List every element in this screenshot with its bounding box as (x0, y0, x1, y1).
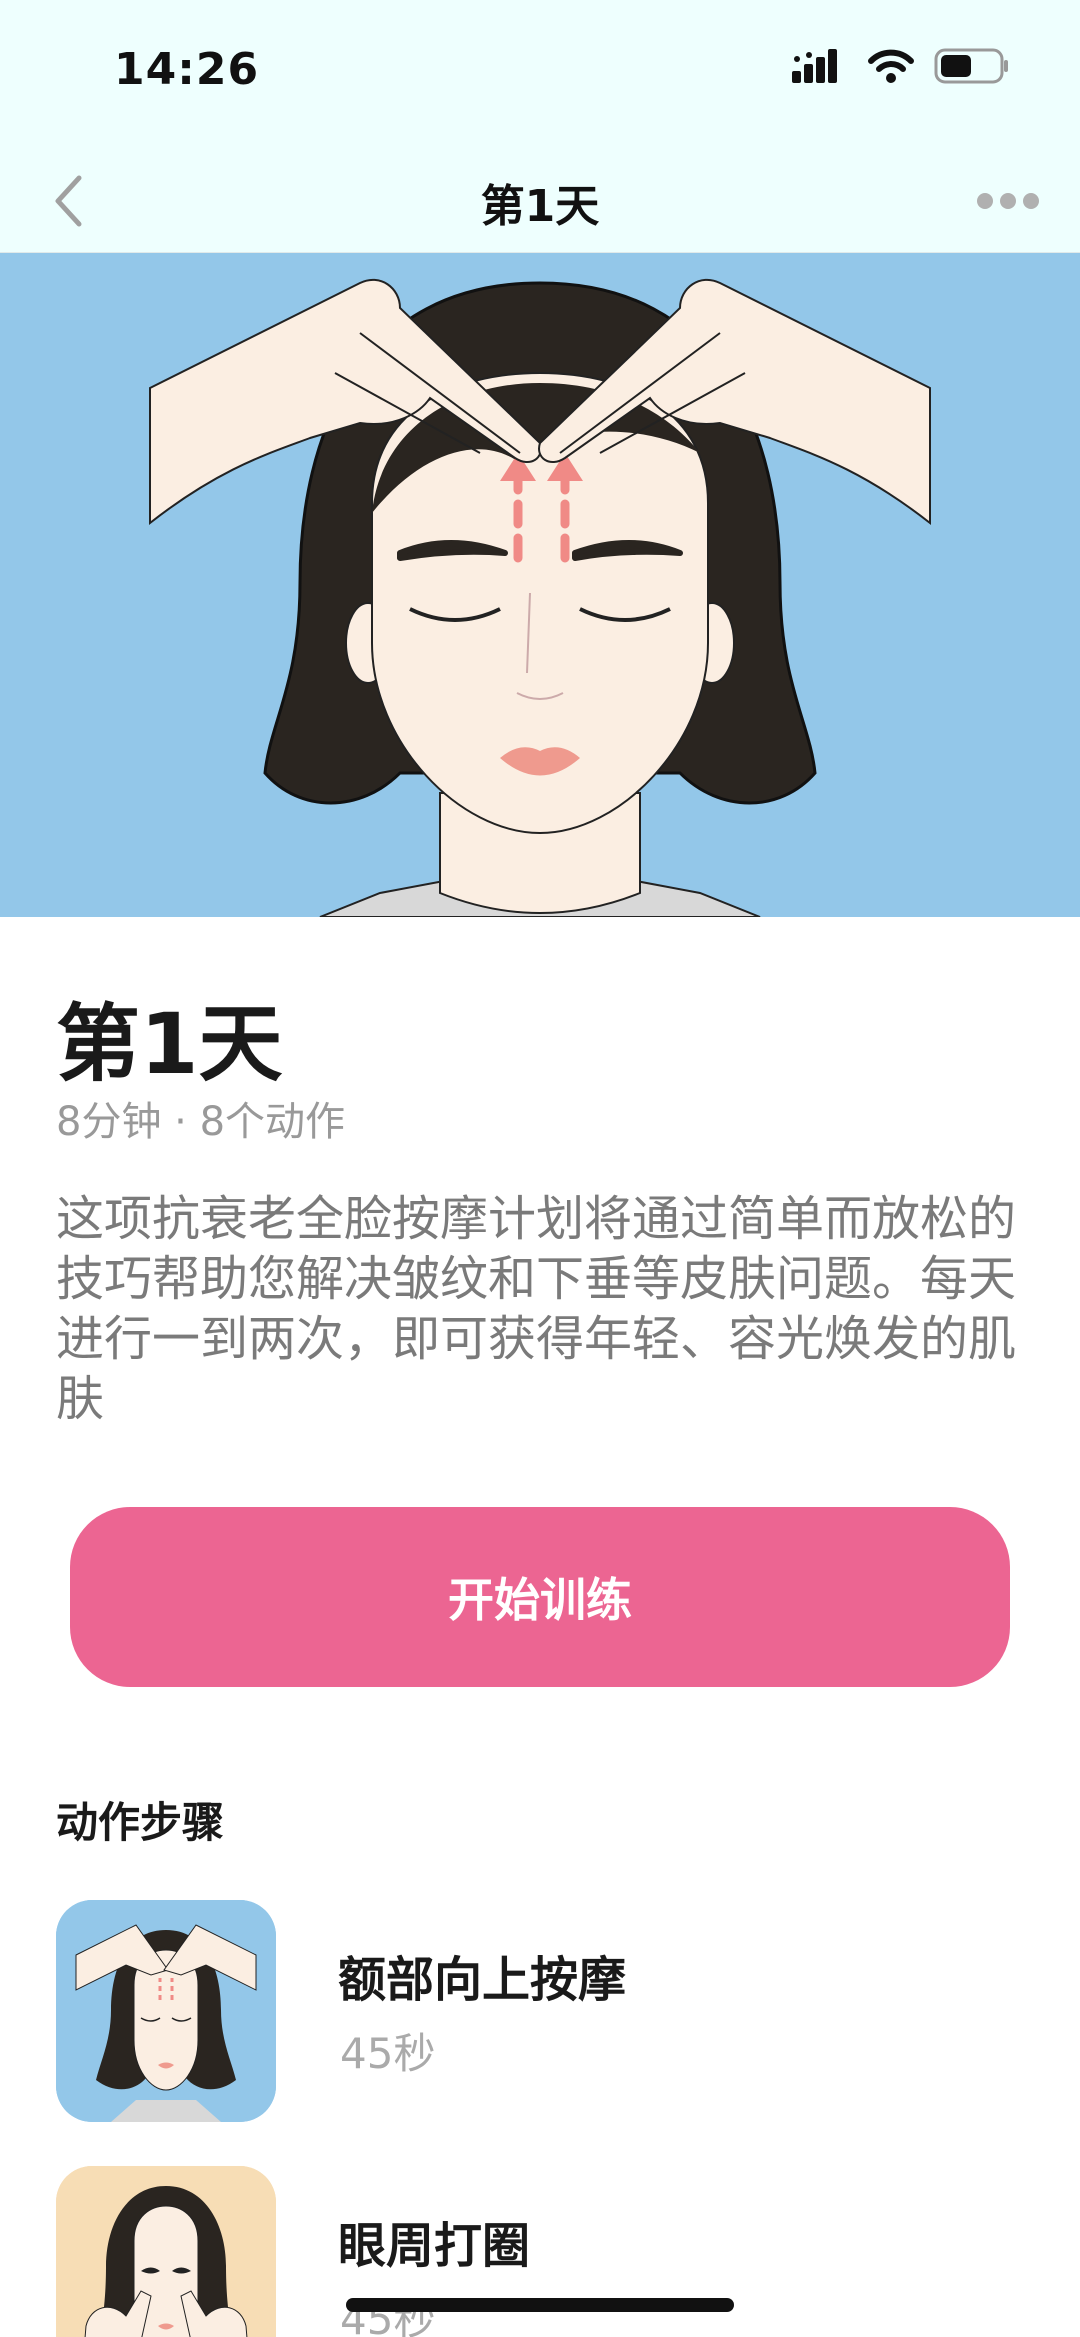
plan-title: 第1天 (56, 995, 283, 1093)
step-name: 额部向上按摩 (338, 1952, 627, 2008)
more-horizontal-icon (977, 193, 1039, 209)
hero-illustration (0, 253, 1080, 917)
step-thumbnail (56, 2166, 276, 2337)
status-time: 14:26 (114, 44, 260, 95)
navigation-bar: 第1天 (0, 150, 1080, 253)
plan-meta: 8分钟 · 8个动作 (56, 1099, 346, 1145)
wifi-icon (868, 49, 914, 83)
step-name: 眼周打圈 (338, 2218, 531, 2274)
step-thumbnail (56, 1900, 276, 2122)
eye-circle-massage-thumbnail-icon (56, 2166, 276, 2337)
status-icons (792, 48, 1010, 84)
face-massage-illustration (0, 253, 1080, 917)
cellular-signal-icon (792, 49, 837, 83)
nav-title: 第1天 (480, 181, 600, 232)
status-bar: 14:26 (0, 0, 1080, 150)
step-item-forehead[interactable]: 额部向上按摩 45秒 (56, 1900, 1036, 2122)
step-duration: 45秒 (340, 2029, 436, 2078)
home-indicator[interactable] (346, 2298, 734, 2312)
steps-section-title: 动作步骤 (56, 1798, 225, 1847)
battery-icon (934, 48, 1008, 84)
start-training-button[interactable]: 开始训练 (70, 1507, 1010, 1687)
more-button[interactable] (968, 178, 1048, 224)
forehead-massage-thumbnail-icon (56, 1900, 276, 2122)
plan-description: 这项抗衰老全脸按摩计划将通过简单而放松的技巧帮助您解决皱纹和下垂等皮肤问题。每天… (56, 1191, 1017, 1427)
